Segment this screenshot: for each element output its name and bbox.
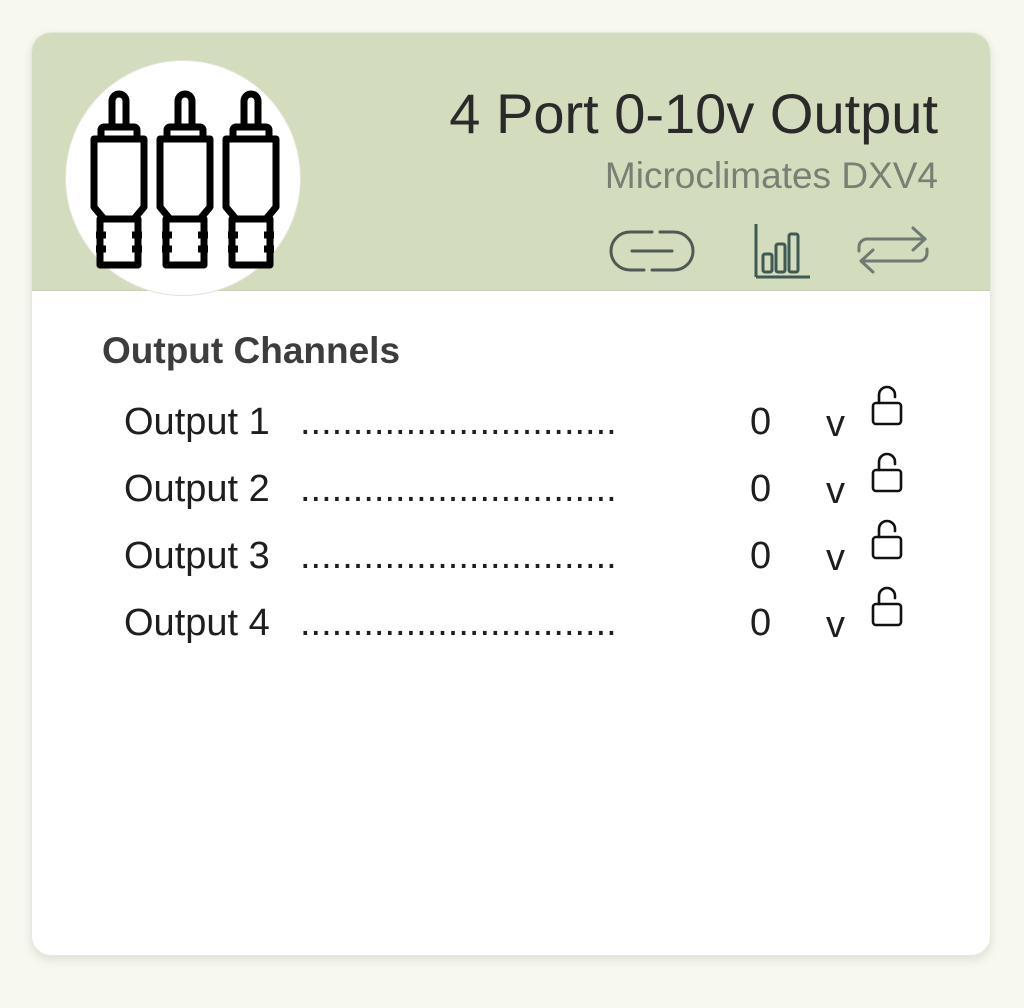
rca-connectors-icon bbox=[90, 90, 280, 269]
output-label: Output 3 bbox=[124, 535, 270, 577]
device-avatar bbox=[65, 60, 301, 296]
output-value: 0 bbox=[750, 602, 772, 644]
swap-icon[interactable] bbox=[855, 223, 931, 282]
card-subtitle: Microclimates DXV4 bbox=[604, 155, 938, 196]
output-value: 0 bbox=[750, 535, 772, 577]
output-unit: v bbox=[826, 470, 845, 512]
unlock-icon[interactable] bbox=[870, 385, 904, 432]
output-unit: v bbox=[826, 403, 845, 445]
unlock-icon[interactable] bbox=[870, 452, 904, 499]
bar-chart-icon[interactable] bbox=[752, 222, 812, 285]
dot-leader: .............................. bbox=[300, 535, 617, 577]
output-label: Output 2 bbox=[124, 468, 270, 510]
unlock-icon[interactable] bbox=[870, 519, 904, 566]
dot-leader: .............................. bbox=[300, 401, 617, 443]
output-unit: v bbox=[826, 604, 845, 646]
card-title: 4 Port 0-10v Output bbox=[449, 82, 938, 145]
output-row: Output 2 .............................. … bbox=[124, 452, 924, 518]
output-value: 0 bbox=[750, 401, 772, 443]
dot-leader: .............................. bbox=[300, 602, 617, 644]
output-unit: v bbox=[826, 537, 845, 579]
unlock-icon[interactable] bbox=[870, 586, 904, 633]
output-row: Output 3 .............................. … bbox=[124, 519, 924, 585]
device-card: 4 Port 0-10v Output Microclimates DXV4 O… bbox=[31, 32, 991, 956]
link-icon[interactable] bbox=[606, 226, 698, 281]
output-value: 0 bbox=[750, 468, 772, 510]
output-row: Output 4 .............................. … bbox=[124, 586, 924, 652]
output-row: Output 1 .............................. … bbox=[124, 385, 924, 451]
output-label: Output 4 bbox=[124, 602, 270, 644]
section-title: Output Channels bbox=[102, 330, 401, 371]
output-label: Output 1 bbox=[124, 401, 270, 443]
dot-leader: .............................. bbox=[300, 468, 617, 510]
